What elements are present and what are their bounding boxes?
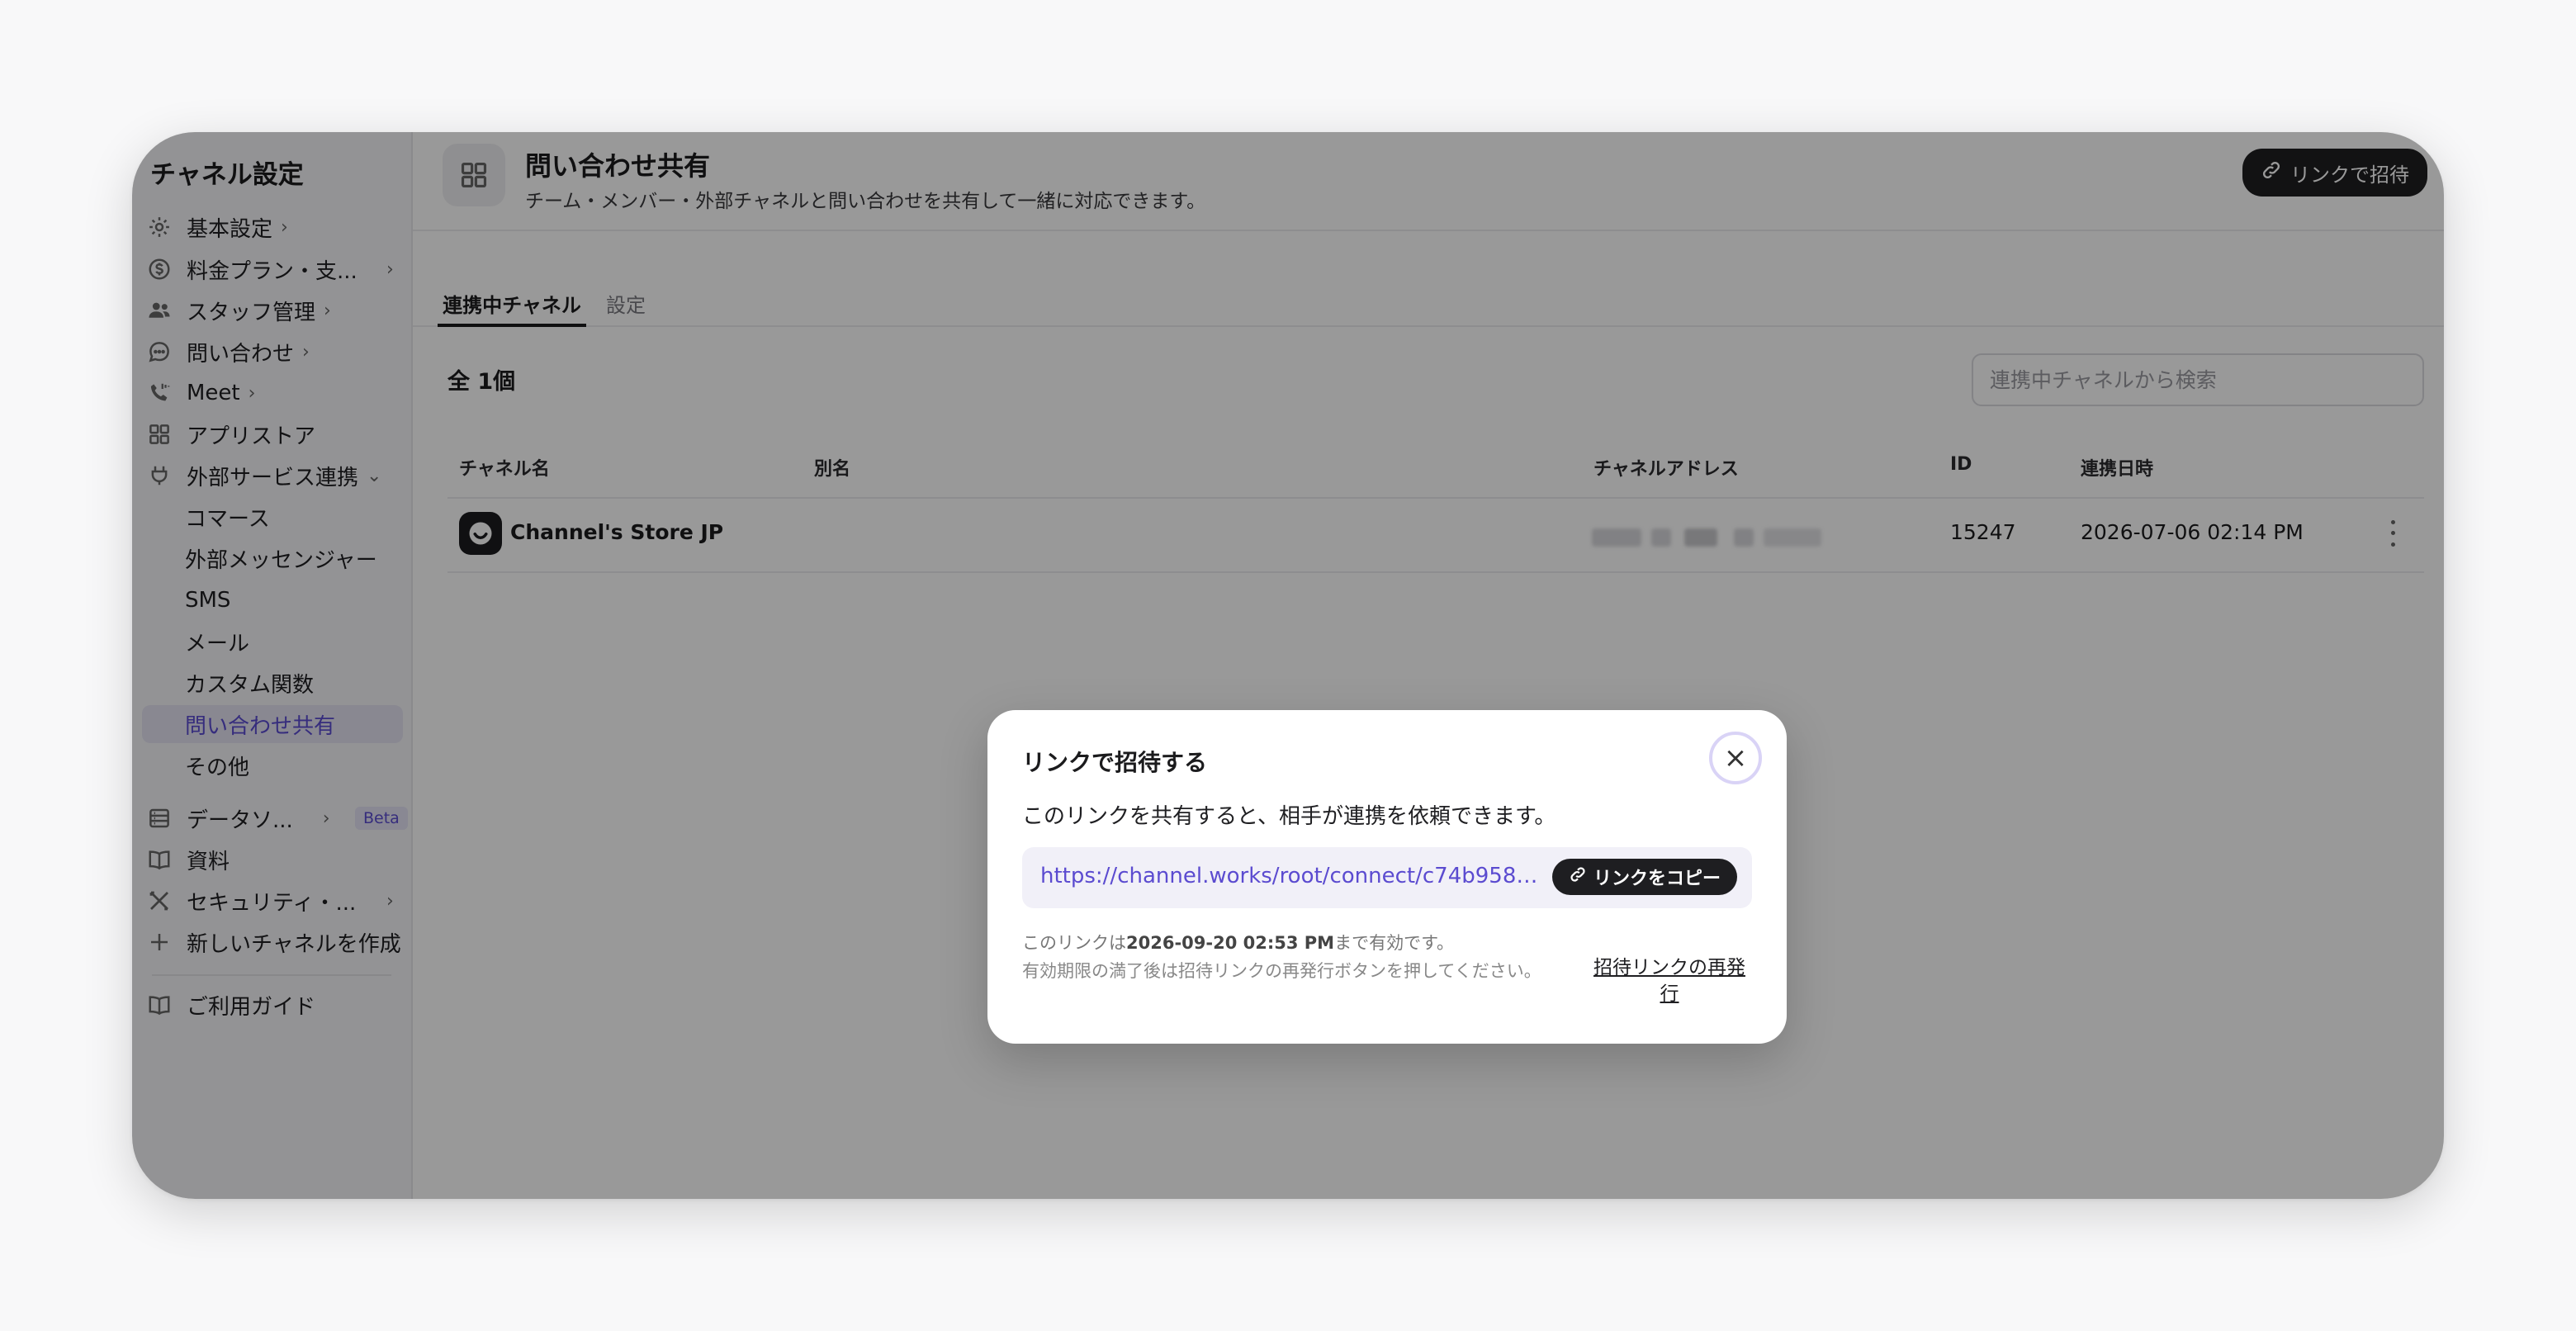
modal-title: リンクで招待する: [1022, 749, 1208, 776]
copy-link-button[interactable]: リンクをコピー: [1552, 859, 1737, 895]
invite-url[interactable]: https://channel.works/root/connect/c74b9…: [1040, 864, 1541, 888]
app-window: チャネル設定 基本設定 › 料金プラン・支... › スタッフ管理 › 問い合わ…: [132, 132, 2444, 1199]
expiry-suffix: まで有効です。: [1334, 933, 1454, 953]
link-icon: [1569, 865, 1587, 888]
close-icon: ×: [1723, 741, 1748, 774]
expiry-info: このリンクは2026-09-20 02:53 PMまで有効です。: [1022, 930, 1454, 954]
invite-link-modal: リンクで招待する × このリンクを共有すると、相手が連携を依頼できます。 htt…: [987, 710, 1787, 1044]
invite-link-field: https://channel.works/root/connect/c74b9…: [1022, 847, 1752, 908]
copy-button-label: リンクをコピー: [1593, 869, 1721, 889]
reissue-link[interactable]: 招待リンクの再発行: [1587, 954, 1752, 1007]
expiry-prefix: このリンクは: [1022, 933, 1126, 953]
close-button[interactable]: ×: [1709, 732, 1762, 784]
expiry-note: 有効期限の満了後は招待リンクの再発行ボタンを押してください。: [1022, 961, 1541, 981]
expiry-date: 2026-09-20 02:53 PM: [1126, 933, 1335, 953]
modal-description: このリンクを共有すると、相手が連携を依頼できます。: [1022, 804, 1556, 829]
